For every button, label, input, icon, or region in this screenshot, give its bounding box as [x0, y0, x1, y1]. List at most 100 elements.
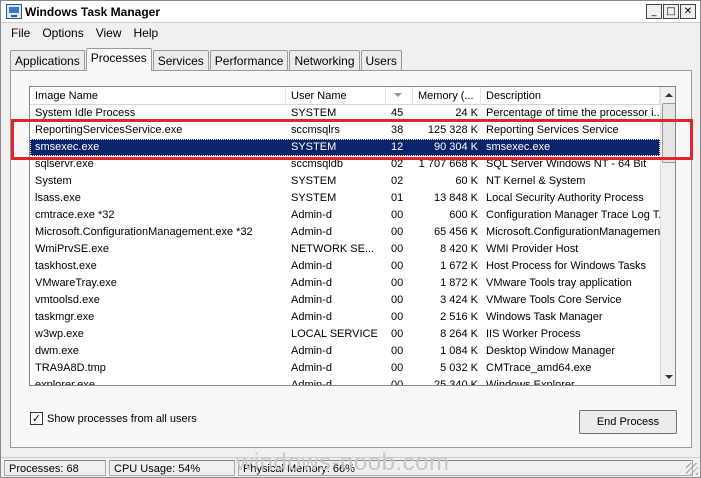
- cell-memory: 1 872 K: [440, 277, 478, 289]
- process-row[interactable]: sqlservr.exe sccmsqldb 02 1 707 668 K SQL Se…: [30, 156, 660, 173]
- scroll-thumb[interactable]: [662, 103, 675, 163]
- cell-image-name: dwm.exe: [35, 345, 80, 357]
- cell-user-name: LOCAL SERVICE: [291, 328, 378, 340]
- minimize-button[interactable]: _: [646, 4, 662, 19]
- process-row[interactable]: vmtoolsd.exe Admin-d 00 3 424 K VMware Tools…: [30, 292, 660, 309]
- cell-cpu: 00: [391, 345, 404, 357]
- vertical-scrollbar[interactable]: [660, 87, 675, 385]
- process-row[interactable]: System Idle Process SYSTEM 45 24 K Percentag…: [30, 105, 660, 122]
- process-row[interactable]: taskmgr.exe Admin-d 00 2 516 K Windows Task …: [30, 309, 660, 326]
- cell-memory: 1 672 K: [440, 260, 478, 272]
- cell-description: Microsoft.ConfigurationManagement...: [486, 226, 660, 238]
- process-row[interactable]: taskhost.exe Admin-d 00 1 672 K Host Process…: [30, 258, 660, 275]
- cell-cpu: 12: [391, 141, 404, 153]
- cell-description: Reporting Services Service: [486, 124, 619, 136]
- process-row[interactable]: ReportingServicesService.exe sccmsqlrs 38 1…: [30, 122, 660, 139]
- cell-image-name: w3wp.exe: [35, 328, 84, 340]
- tab-applications[interactable]: Applications: [10, 50, 85, 70]
- task-manager-app-icon: [6, 4, 22, 19]
- cell-description: CMTrace_amd64.exe: [486, 362, 592, 374]
- maximize-button[interactable]: □: [663, 4, 679, 19]
- show-all-checkbox[interactable]: ✓: [30, 412, 43, 425]
- cell-cpu: 45: [391, 107, 404, 119]
- tab-users[interactable]: Users: [360, 50, 402, 70]
- process-row[interactable]: lsass.exe SYSTEM 01 13 848 K Local Security …: [30, 190, 660, 207]
- process-row[interactable]: cmtrace.exe *32 Admin-d 00 600 K Configurati…: [30, 207, 660, 224]
- column-image-name[interactable]: Image Name: [30, 87, 286, 105]
- cell-memory: 90 304 K: [433, 141, 478, 153]
- cell-memory: 2 516 K: [440, 311, 478, 323]
- cell-description: Percentage of time the processor i...: [486, 107, 660, 119]
- menu-view[interactable]: View: [90, 26, 128, 40]
- close-button[interactable]: ✕: [680, 4, 696, 19]
- cell-description: WMI Provider Host: [486, 243, 579, 255]
- sort-descending-icon: [394, 93, 402, 97]
- cell-image-name: VMwareTray.exe: [35, 277, 117, 289]
- cell-description: IIS Worker Process: [486, 328, 581, 340]
- cell-memory: 1 084 K: [440, 345, 478, 357]
- tab-networking[interactable]: Networking: [289, 50, 360, 70]
- cell-image-name: sqlservr.exe: [35, 158, 94, 170]
- cell-image-name: Microsoft.ConfigurationManagement.exe *3…: [35, 226, 253, 238]
- column-description[interactable]: Description: [481, 87, 660, 105]
- cell-description: NT Kernel & System: [486, 175, 586, 187]
- cell-user-name: Admin-d: [291, 311, 332, 323]
- show-all-processes-toggle[interactable]: ✓ Show processes from all users: [30, 412, 197, 425]
- menu-help[interactable]: Help: [128, 26, 165, 40]
- cell-description: Configuration Manager Trace Log T...: [486, 209, 660, 221]
- cell-cpu: 00: [391, 209, 404, 221]
- process-list[interactable]: Image Name User Name Memory (... Descrip…: [29, 86, 676, 386]
- cell-memory: 1 707 668 K: [418, 158, 478, 170]
- resize-grip[interactable]: [686, 463, 698, 475]
- process-list-header: Image Name User Name Memory (... Descrip…: [30, 87, 660, 105]
- cell-user-name: Admin-d: [291, 345, 332, 357]
- cell-image-name: taskmgr.exe: [35, 311, 95, 323]
- column-cpu[interactable]: [386, 87, 413, 105]
- process-row[interactable]: TRA9A8D.tmp Admin-d 00 5 032 K CMTrace_amd64…: [30, 360, 660, 377]
- tab-performance[interactable]: Performance: [209, 50, 289, 70]
- cell-cpu: 02: [391, 175, 404, 187]
- tab-services[interactable]: Services: [152, 50, 209, 70]
- cell-cpu: 02: [391, 158, 404, 170]
- arrow-up-icon: [665, 93, 673, 97]
- column-memory[interactable]: Memory (...: [413, 87, 481, 105]
- cell-image-name: System: [35, 175, 72, 187]
- cell-description: VMware Tools Core Service: [486, 294, 622, 306]
- cell-user-name: Admin-d: [291, 362, 332, 374]
- cell-description: smsexec.exe: [486, 141, 551, 153]
- process-rows: System Idle Process SYSTEM 45 24 K Percentag…: [30, 105, 660, 386]
- process-row[interactable]: dwm.exe Admin-d 00 1 084 K Desktop Window Ma…: [30, 343, 660, 360]
- cell-image-name: WmiPrvSE.exe: [35, 243, 109, 255]
- cell-description: Windows Task Manager: [486, 311, 603, 323]
- cell-image-name: TRA9A8D.tmp: [35, 362, 106, 374]
- cell-user-name: Admin-d: [291, 260, 332, 272]
- end-process-button[interactable]: End Process: [579, 410, 677, 434]
- cell-image-name: smsexec.exe: [35, 141, 100, 153]
- title-bar[interactable]: Windows Task Manager _ □ ✕: [1, 1, 700, 23]
- process-row[interactable]: Microsoft.ConfigurationManagement.exe *3…: [30, 224, 660, 241]
- process-row[interactable]: System SYSTEM 02 60 K NT Kernel & System: [30, 173, 660, 190]
- cell-description: SQL Server Windows NT - 64 Bit: [486, 158, 647, 170]
- process-row[interactable]: smsexec.exe SYSTEM 12 90 304 K smsexec.exe: [30, 139, 660, 156]
- cell-description: VMware Tools tray application: [486, 277, 632, 289]
- process-row[interactable]: w3wp.exe LOCAL SERVICE 00 8 264 K IIS Worker…: [30, 326, 660, 343]
- cell-description: Host Process for Windows Tasks: [486, 260, 646, 272]
- column-user-name[interactable]: User Name: [286, 87, 386, 105]
- scroll-down-button[interactable]: [661, 369, 675, 385]
- menu-options[interactable]: Options: [36, 26, 89, 40]
- menu-bar: File Options View Help: [1, 23, 700, 43]
- process-row[interactable]: VMwareTray.exe Admin-d 00 1 872 K VMware Too…: [30, 275, 660, 292]
- cell-image-name: lsass.exe: [35, 192, 81, 204]
- cell-user-name: sccmsqlrs: [291, 124, 340, 136]
- cell-user-name: SYSTEM: [291, 192, 337, 204]
- tab-processes[interactable]: Processes: [85, 48, 152, 71]
- cell-memory: 60 K: [455, 175, 478, 187]
- menu-file[interactable]: File: [5, 26, 36, 40]
- scroll-up-button[interactable]: [661, 87, 675, 103]
- process-row[interactable]: explorer.exe Admin-d 00 25 340 K Windows Exp…: [30, 377, 660, 386]
- status-physical-memory: Physical Memory: 66%: [238, 459, 693, 476]
- cell-user-name: Admin-d: [291, 277, 332, 289]
- cell-cpu: 00: [391, 379, 404, 386]
- task-manager-window: Windows Task Manager _ □ ✕ File Options …: [0, 0, 701, 478]
- process-row[interactable]: WmiPrvSE.exe NETWORK SE... 00 8 420 K WMI Pr…: [30, 241, 660, 258]
